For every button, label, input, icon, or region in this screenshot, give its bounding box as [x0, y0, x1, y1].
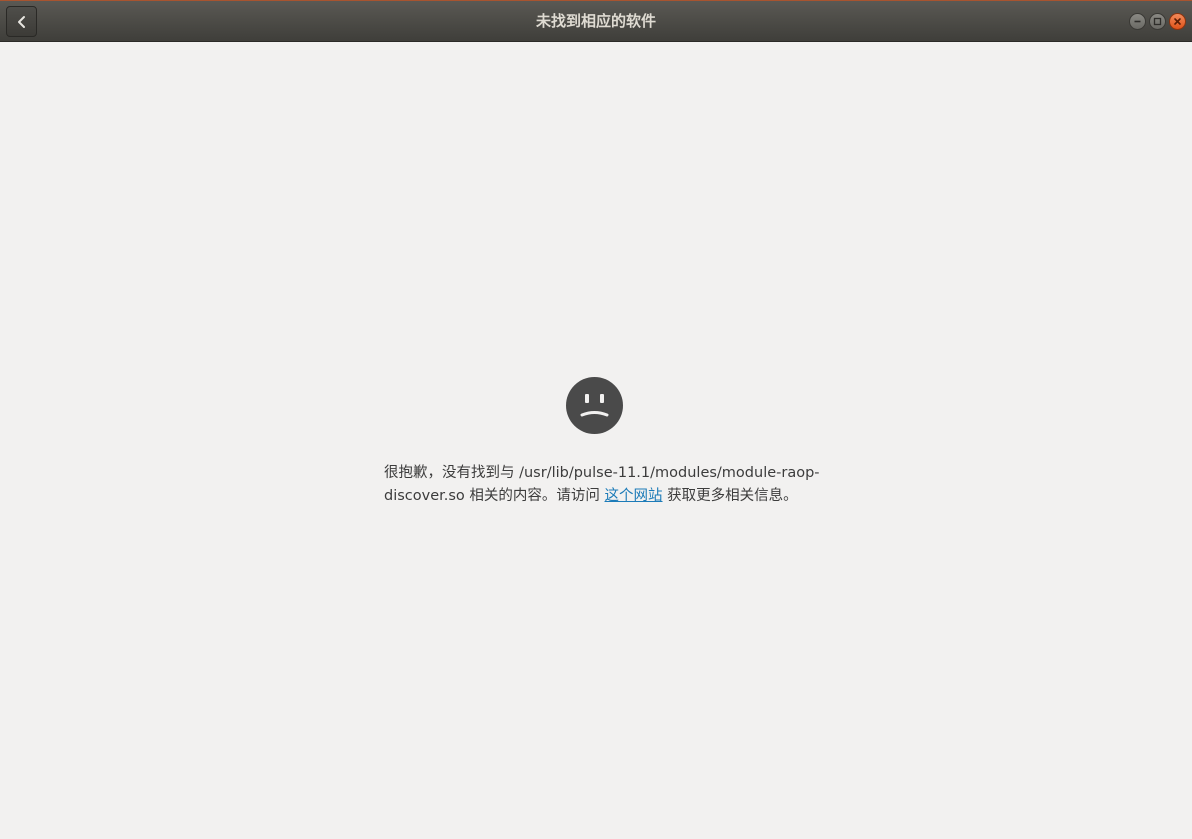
- not-found-message: 很抱歉，没有找到与 /usr/lib/pulse-11.1/modules/mo…: [384, 462, 824, 508]
- minimize-button[interactable]: [1129, 13, 1146, 30]
- minimize-icon: [1134, 20, 1141, 23]
- app-window: 未找到相应的软件 很抱歉，没有找到与 /usr/lib/pulse-11.1/m…: [0, 0, 1192, 839]
- window-title: 未找到相应的软件: [535, 12, 656, 30]
- message-line-1: 很抱歉，没有找到与 /usr/lib/pulse-11.1/modules/mo…: [384, 465, 820, 481]
- window-controls: [1129, 13, 1186, 30]
- close-button[interactable]: [1169, 13, 1186, 30]
- titlebar: 未找到相应的软件: [0, 0, 1192, 42]
- message-line-2: discover.so 相关的内容。请访问 这个网站 获取更多相关信息。: [384, 485, 824, 508]
- message-line-2-prefix: discover.so 相关的内容。请访问: [384, 488, 605, 504]
- website-link[interactable]: 这个网站: [605, 488, 663, 504]
- message-line-2-suffix: 获取更多相关信息。: [662, 488, 798, 504]
- maximize-icon: [1153, 17, 1162, 26]
- sad-face-icon: [566, 377, 623, 434]
- maximize-button[interactable]: [1149, 13, 1166, 30]
- close-icon: [1174, 18, 1181, 25]
